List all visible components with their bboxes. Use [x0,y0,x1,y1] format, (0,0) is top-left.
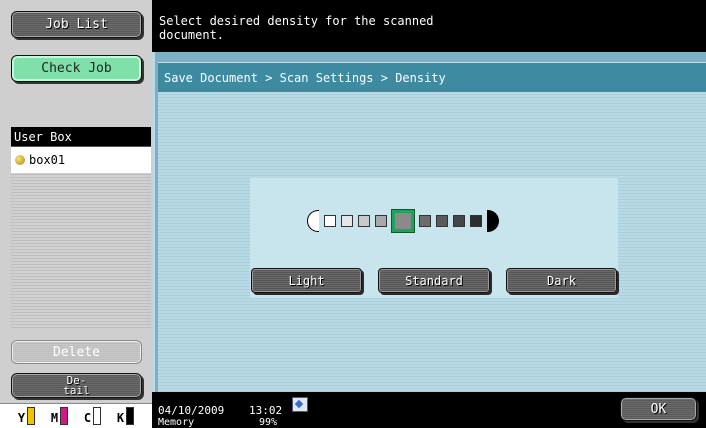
density-level-8[interactable] [453,215,465,227]
breadcrumb: Save Document > Scan Settings > Density [158,62,706,92]
density-level-1[interactable] [324,215,336,227]
dark-end-icon [487,210,499,232]
message-line1: Select desired density for the scanned [159,14,434,28]
message-line2: document. [159,28,225,42]
density-level-7[interactable] [436,215,448,227]
density-level-2[interactable] [341,215,353,227]
box-folder-icon [15,155,25,165]
date-text: 04/10/2009 [158,404,225,417]
check-job-button[interactable]: Check Job [11,55,142,82]
density-level-9[interactable] [470,215,482,227]
toner-cyan: C [84,407,102,425]
delete-button[interactable]: Delete [11,340,142,364]
user-box-item-box01[interactable]: box01 [11,147,151,173]
density-level-5[interactable] [391,209,415,233]
toner-levels: Y M C K [0,403,152,428]
job-list-button[interactable]: Job List [11,11,142,38]
light-button[interactable]: Light [251,268,362,293]
density-level-3[interactable] [358,215,370,227]
scan-status-icon [292,397,308,412]
ok-button[interactable]: OK [620,397,697,421]
memory-label: Memory [158,417,195,428]
density-selector: Light Standard Dark [250,178,618,298]
detail-button[interactable]: De- tail [11,373,142,398]
standard-button[interactable]: Standard [378,268,490,293]
time-text: 13:02 [249,404,283,417]
toner-black: K [117,407,135,425]
memory-value: 99% [259,417,278,428]
density-level-6[interactable] [419,215,431,227]
light-end-icon [307,210,319,232]
toner-magenta: M [51,407,69,425]
detail-label-line2: tail [63,383,90,397]
user-box-empty-area [11,173,151,328]
message-area: Select desired density for the scanned d… [152,0,706,52]
user-box-header: User Box [11,127,151,147]
density-scale [307,209,499,233]
dark-button[interactable]: Dark [506,268,617,293]
user-box-item-label: box01 [29,153,66,167]
toner-yellow: Y [18,407,36,425]
density-level-4[interactable] [375,215,387,227]
